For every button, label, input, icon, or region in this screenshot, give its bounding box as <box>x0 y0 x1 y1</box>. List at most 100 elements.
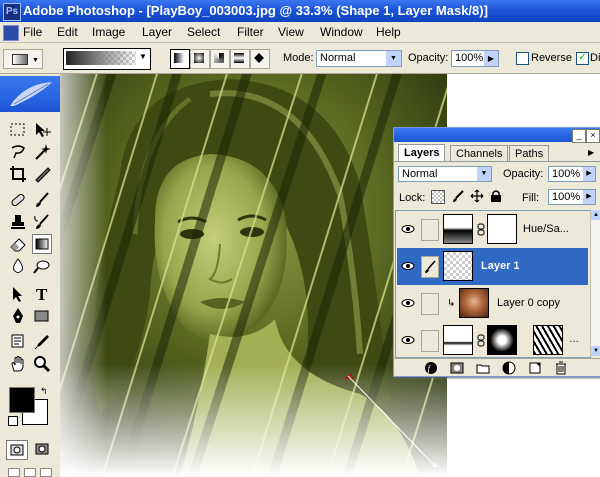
radial-mask-thumbnail[interactable] <box>487 325 517 355</box>
default-colors-icon[interactable] <box>8 416 18 426</box>
history-brush-tool[interactable] <box>32 212 52 232</box>
scroll-up-icon[interactable]: ▲ <box>591 210 600 220</box>
layer-row-hue-saturation[interactable]: Hue/Sa... <box>397 211 588 249</box>
crop-tool[interactable] <box>8 164 28 184</box>
gradient-picker[interactable]: ▼ <box>63 48 151 70</box>
reverse-checkbox[interactable] <box>516 52 529 65</box>
notes-tool[interactable] <box>8 332 28 352</box>
link-box[interactable] <box>421 219 439 241</box>
layer-style-icon[interactable]: f <box>424 361 438 375</box>
shape-tool[interactable] <box>32 306 52 326</box>
eye-icon[interactable] <box>401 333 415 347</box>
lasso-tool[interactable] <box>8 142 28 162</box>
brush-tool[interactable] <box>32 190 52 210</box>
eye-icon[interactable] <box>401 259 415 273</box>
title-bar: Ps Adobe Photoshop - [PlayBoy_003003.jpg… <box>0 0 600 22</box>
lock-position-move-icon[interactable] <box>470 189 484 203</box>
panel-menu-icon[interactable]: ▶ <box>588 148 594 157</box>
minimize-icon[interactable]: _ <box>572 129 586 143</box>
tool-preset-picker[interactable]: ▼ <box>3 49 43 69</box>
menu-image[interactable]: Image <box>89 22 128 42</box>
fill-field[interactable]: 100% ▶ <box>548 189 596 205</box>
menu-window[interactable]: Window <box>317 22 366 42</box>
blur-tool[interactable] <box>8 256 28 276</box>
eye-icon[interactable] <box>401 296 415 310</box>
diamond-gradient-button[interactable] <box>250 49 270 69</box>
scroll-down-icon[interactable]: ▼ <box>591 346 600 356</box>
slice-tool[interactable] <box>32 164 52 184</box>
new-layer-icon[interactable] <box>528 361 542 375</box>
link-box[interactable] <box>421 256 439 278</box>
trash-icon[interactable] <box>554 361 568 375</box>
tab-paths[interactable]: Paths <box>509 145 550 161</box>
menu-file[interactable]: File <box>20 22 45 42</box>
angle-gradient-button[interactable] <box>210 49 230 69</box>
add-mask-icon[interactable] <box>450 361 464 375</box>
photo-layer-thumbnail[interactable] <box>459 288 489 318</box>
shape-fill-thumbnail[interactable] <box>443 325 473 355</box>
standard-mode-button[interactable] <box>6 440 28 460</box>
toolbox: T ↰ <box>0 74 61 477</box>
link-box[interactable] <box>421 330 439 352</box>
layer-opacity-value: 100% <box>552 168 581 180</box>
path-selection-tool[interactable] <box>8 284 28 304</box>
layer-name: Layer 0 copy <box>497 297 560 309</box>
document-menu-icon[interactable] <box>3 25 19 41</box>
zoom-tool[interactable] <box>32 354 52 374</box>
blend-mode-select[interactable]: Normal ▼ <box>398 166 492 182</box>
linear-gradient-button[interactable] <box>170 49 190 69</box>
layer-opacity-field[interactable]: 100% ▶ <box>548 166 596 182</box>
layer-row-layer-0-copy[interactable]: ↳ Layer 0 copy <box>397 285 588 323</box>
menu-select[interactable]: Select <box>184 22 223 42</box>
gradient-tool-active[interactable] <box>32 234 52 254</box>
lock-image-brush-icon[interactable] <box>451 189 465 203</box>
eye-icon[interactable] <box>401 222 415 236</box>
layer-row-layer-1[interactable]: Layer 1 <box>397 248 588 286</box>
tab-channels[interactable]: Channels <box>450 145 509 161</box>
chevron-right-icon: ▶ <box>484 51 498 66</box>
hand-tool[interactable] <box>8 354 28 374</box>
foreground-color-swatch[interactable] <box>9 387 35 413</box>
layer-opacity-label: Opacity: <box>503 168 544 180</box>
menu-view[interactable]: View <box>275 22 307 42</box>
new-group-folder-icon[interactable] <box>476 361 490 375</box>
layers-panel-footer: f <box>394 358 600 377</box>
layer-list-scrollbar[interactable]: ▲ ▼ <box>590 210 600 356</box>
tab-layers[interactable]: Layers <box>398 144 446 162</box>
move-tool[interactable] <box>32 120 52 140</box>
adjustment-thumbnail[interactable] <box>443 214 473 244</box>
menu-layer[interactable]: Layer <box>139 22 175 42</box>
radial-gradient-button[interactable] <box>190 49 210 69</box>
screen-mode-buttons[interactable] <box>6 466 54 477</box>
menu-filter[interactable]: Filter <box>234 22 267 42</box>
eraser-tool[interactable] <box>8 234 28 254</box>
layer-row-shape-1[interactable]: … <box>397 322 588 357</box>
menu-help[interactable]: Help <box>373 22 404 42</box>
dither-checkbox[interactable]: ✓ <box>576 52 589 65</box>
close-icon[interactable]: × <box>586 129 600 143</box>
dodge-tool[interactable] <box>32 256 52 276</box>
vector-mask-thumbnail[interactable] <box>533 325 563 355</box>
mode-select[interactable]: Normal ▼ <box>316 50 402 67</box>
menu-edit[interactable]: Edit <box>54 22 81 42</box>
healing-brush-tool[interactable] <box>8 190 28 210</box>
swap-colors-icon[interactable]: ↰ <box>40 386 48 397</box>
lock-all-padlock-icon[interactable] <box>489 189 503 203</box>
lock-transparency-icon[interactable] <box>431 190 445 204</box>
adjustment-layer-icon[interactable] <box>502 361 516 375</box>
type-tool[interactable]: T <box>32 284 52 304</box>
layer-mask-thumbnail[interactable] <box>487 214 517 244</box>
lock-label: Lock: <box>399 192 426 204</box>
marquee-tool[interactable] <box>8 120 28 140</box>
clone-stamp-tool[interactable] <box>8 212 28 232</box>
quick-mask-button[interactable] <box>32 440 52 458</box>
eyedropper-tool[interactable] <box>32 332 52 352</box>
magic-wand-tool[interactable] <box>32 142 52 162</box>
reflected-gradient-button[interactable] <box>230 49 250 69</box>
pen-tool[interactable] <box>8 306 28 326</box>
brush-icon <box>425 260 436 273</box>
transparent-layer-thumbnail[interactable] <box>443 251 473 281</box>
link-box[interactable] <box>421 293 439 315</box>
opacity-field[interactable]: 100% ▶ <box>451 50 499 67</box>
lasso-icon <box>11 145 25 159</box>
